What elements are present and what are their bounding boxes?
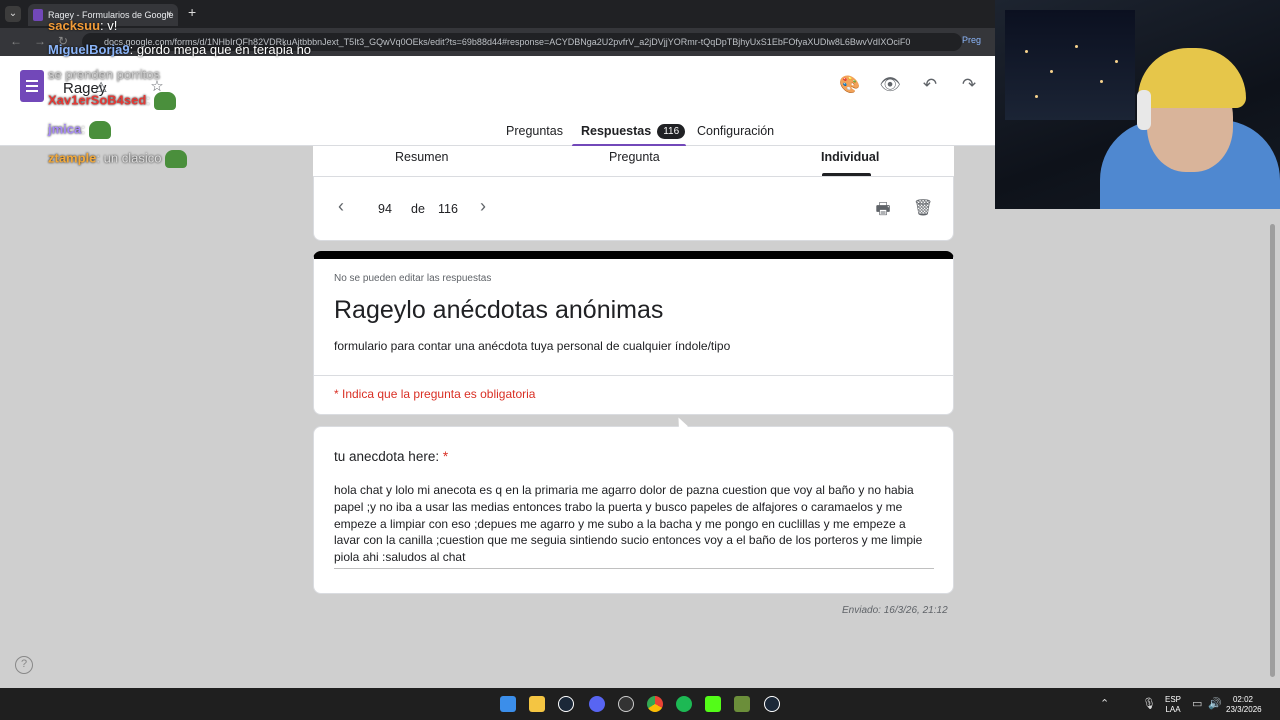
form-title-card: No se pueden editar las respuestas Ragey… (313, 251, 954, 415)
input-language[interactable]: ESP LAA (1162, 695, 1184, 715)
chat-message: sacksuu: v! (48, 18, 118, 33)
spotify-icon[interactable] (676, 696, 692, 712)
pepe-emote-icon (153, 92, 176, 110)
help-icon[interactable]: ? (15, 656, 33, 674)
redo-icon[interactable]: ↷ (958, 74, 980, 96)
city-window (1005, 10, 1135, 120)
browser-tab-bar: ⌄ Ragey - Formularios de Google × + (0, 0, 995, 28)
side-panel-chip[interactable]: Preg (962, 35, 981, 45)
form-description: formulario para contar una anécdota tuya… (334, 339, 731, 353)
response-number-input[interactable]: 94 (373, 202, 397, 216)
chat-message: MiguelBorja9: gordo mepa que en terapia … (48, 42, 312, 57)
chat-message: jmica: (48, 121, 111, 139)
print-icon[interactable]: 🖶 (873, 198, 893, 218)
previous-response-icon[interactable]: ‹ (338, 196, 344, 217)
obs-icon[interactable] (618, 696, 634, 712)
subtab-question[interactable]: Pregunta (609, 150, 660, 164)
subtab-individual[interactable]: Individual (821, 150, 879, 164)
subtab-summary[interactable]: Resumen (395, 150, 449, 164)
undo-icon[interactable]: ↶ (919, 74, 941, 96)
form-title: Rageylo anécdotas anónimas (334, 296, 664, 324)
tab-responses[interactable]: Respuestas 116 (581, 124, 686, 139)
back-icon[interactable]: ← (10, 34, 22, 48)
next-response-icon[interactable]: › (480, 196, 486, 217)
required-star: * (442, 449, 449, 464)
forms-logo-icon[interactable] (20, 70, 44, 102)
network-icon[interactable]: ▭ (1192, 697, 1202, 710)
required-note: * Indica que la pregunta es obligatoria (334, 387, 536, 401)
steam-icon[interactable] (764, 696, 780, 712)
new-tab-button[interactable]: + (188, 4, 196, 20)
forward-icon[interactable]: → (34, 34, 46, 48)
chrome-icon[interactable] (647, 696, 663, 712)
eye-icon[interactable]: 👁 (879, 74, 901, 96)
answer-text: hola chat y lolo mi anecota es q en la p… (334, 482, 934, 569)
tab-close-icon[interactable]: × (166, 4, 172, 26)
clock[interactable]: 02:02 23/3/2026 (1226, 695, 1262, 715)
divider (314, 375, 953, 376)
microphone-icon[interactable]: 🎙 (1142, 697, 1156, 710)
scrollbar[interactable] (1270, 224, 1275, 677)
tab-settings[interactable]: Configuración (697, 124, 774, 138)
steam-icon[interactable] (558, 696, 574, 712)
chat-message: ztample: un clasico (48, 150, 188, 168)
webcam-overlay (995, 0, 1280, 209)
tab-responses-label: Respuestas (581, 124, 652, 138)
show-hidden-icons[interactable]: ⌃ (1100, 697, 1109, 710)
minecraft-icon[interactable] (734, 696, 750, 712)
kick-icon[interactable] (705, 696, 721, 712)
forms-favicon-icon (33, 9, 43, 21)
palette-icon[interactable]: 🎨 (839, 74, 861, 96)
headphones (1137, 90, 1151, 130)
delete-icon[interactable]: 🗑 (913, 198, 933, 218)
tab-questions[interactable]: Preguntas (506, 124, 563, 138)
pepe-emote-icon (165, 150, 188, 168)
question-card: tu anecdota here: * hola chat y lolo mi … (313, 426, 954, 594)
top-tabs: Preguntas Respuestas 116 Configuración (0, 118, 995, 147)
pepe-emote-icon (88, 121, 111, 139)
pager-total: 116 (438, 202, 458, 216)
yellow-beanie (1138, 48, 1246, 108)
subtab-indicator (822, 173, 871, 176)
question-label: tu anecdota here: * (334, 449, 449, 464)
file-explorer-icon[interactable] (529, 696, 545, 712)
pager-of-label: de (411, 202, 425, 216)
tab-search-icon[interactable]: ⌄ (5, 6, 21, 22)
chat-message: se prenden porritos (48, 67, 161, 82)
volume-icon[interactable]: 🔊 (1208, 697, 1222, 710)
responses-count-badge: 116 (657, 124, 686, 139)
submitted-timestamp: Enviado: 16/3/26, 21:12 (842, 605, 948, 616)
chat-message: Xav1erSoB4sed: (48, 92, 176, 110)
pager-card (313, 177, 954, 241)
discord-icon[interactable] (589, 696, 605, 712)
windows-start-icon[interactable] (500, 696, 516, 712)
edit-disabled-note: No se pueden editar las respuestas (334, 273, 492, 284)
windows-taskbar: ⌃ 🎙 ESP LAA ▭ 🔊 02:02 23/3/2026 (0, 688, 1280, 720)
